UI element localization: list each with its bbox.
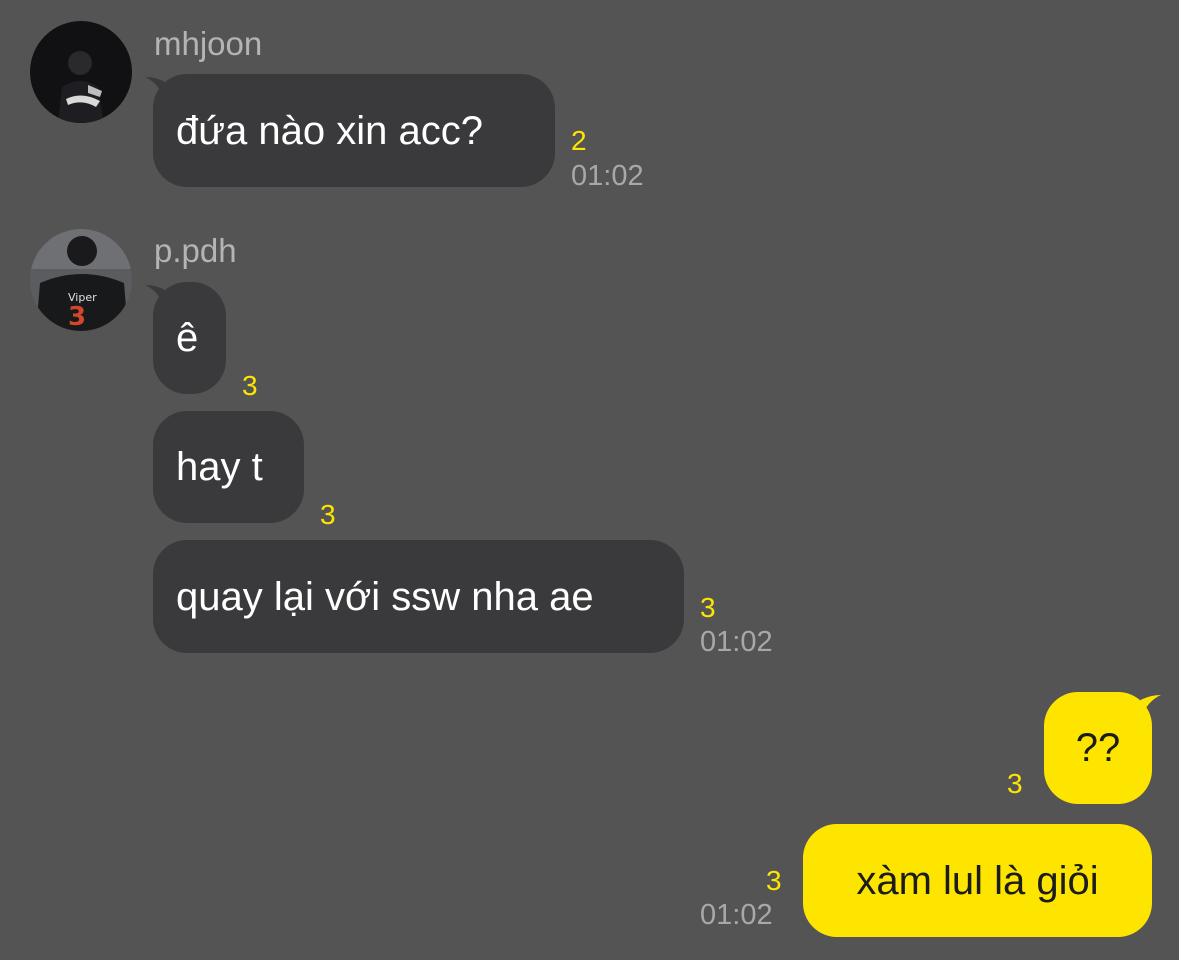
unread-count: 3 (700, 592, 716, 623)
sender-name-mhjoon: mhjoon (154, 25, 263, 62)
message-timestamp: 01:02 (700, 899, 773, 931)
unread-count: 3 (1007, 768, 1023, 799)
unread-count: 3 (320, 499, 336, 530)
message-bubble[interactable]: hay t (153, 411, 304, 523)
message-bubble[interactable]: ê (153, 282, 226, 394)
message-timestamp: 01:02 (571, 160, 644, 192)
message-text: hay t (176, 445, 263, 489)
sender-name-ppdh: p.pdh (154, 232, 237, 269)
chat-view: mhjoon đứa nào xin acc? 2 01:02 Viper 3 … (0, 0, 1179, 960)
bubble-tail (1139, 695, 1161, 721)
unread-count: 3 (242, 370, 258, 401)
message-text: quay lại với ssw nha ae (176, 574, 594, 619)
avatar-ppdh[interactable]: Viper 3 (30, 229, 132, 331)
message-text: xàm lul là giỏi (856, 858, 1099, 903)
message-text: ê (176, 316, 199, 360)
message-bubble[interactable]: quay lại với ssw nha ae (153, 540, 684, 653)
unread-count: 2 (571, 125, 587, 156)
avatar-photo-icon (30, 21, 132, 123)
message-bubble[interactable]: ?? (1044, 692, 1152, 804)
unread-count: 3 (766, 865, 782, 896)
avatar-photo-icon: Viper 3 (30, 229, 132, 331)
avatar-jersey-number: 3 (68, 302, 86, 331)
message-text: đứa nào xin acc? (176, 108, 483, 153)
message-timestamp: 01:02 (700, 626, 773, 658)
message-text: ?? (1075, 726, 1121, 770)
message-bubble[interactable]: xàm lul là giỏi (803, 824, 1152, 937)
message-bubble[interactable]: đứa nào xin acc? (153, 74, 555, 187)
avatar-mhjoon[interactable] (30, 21, 132, 123)
